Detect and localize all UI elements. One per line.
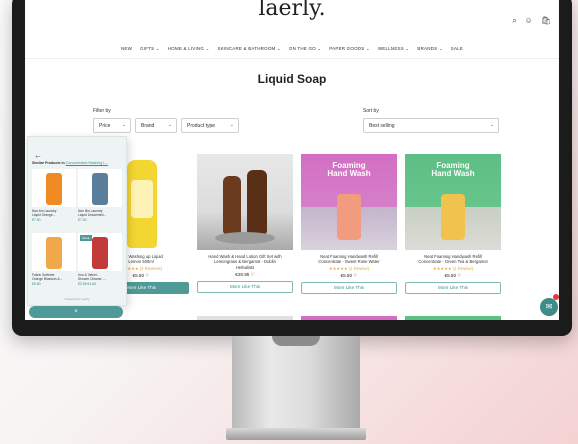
product-bottle: [247, 170, 267, 234]
back-arrow-icon[interactable]: ←: [34, 151, 42, 160]
similar-product-price: €7.50: [32, 218, 41, 223]
similar-product-name[interactable]: Fabric Softener Orange Blossom &...: [32, 273, 76, 281]
filter-brand-dropdown[interactable]: Brand ⌄: [135, 118, 177, 133]
product-image-text: Foaming Hand Wash: [431, 161, 475, 179]
filter-label: Filter by: [93, 108, 111, 114]
monitor-stand-base: [226, 428, 366, 440]
similar-product-price: €3.95 €4.65: [78, 282, 96, 287]
product-card[interactable]: Hand Wash & Hand Lotion Gift Set with Le…: [197, 154, 293, 294]
similar-product-image[interactable]: [32, 233, 76, 271]
similar-product-name[interactable]: Non-bio Laundry Liquid Orange...: [32, 209, 76, 217]
panel-heading: Similar Products in Concentrated Washing…: [32, 161, 124, 165]
next-row-product: [197, 316, 293, 320]
similar-product-item[interactable]: SALE Iron & Velvet - Shower Cleaner -...…: [78, 233, 122, 286]
account-icon[interactable]: ☺: [525, 16, 533, 26]
nav-item-home-living[interactable]: HOME & LIVING ⌄: [168, 46, 210, 52]
stand-cable-hole: [272, 336, 320, 346]
chat-notification-dot: [553, 294, 559, 300]
screen: laerly. ⌕ ☺ 🛍 NEW GIFTS ⌄ HOME & LIVING …: [25, 0, 559, 320]
similar-product-image[interactable]: SALE: [78, 233, 122, 271]
sort-label: Sort by: [363, 108, 379, 114]
product-bottle: [223, 176, 241, 234]
monitor-stand: [232, 336, 360, 432]
nav-item-brands[interactable]: BRANDS ⌄: [417, 46, 442, 52]
product-bottle: [92, 237, 108, 269]
nav-item-new[interactable]: NEW: [121, 46, 132, 52]
similar-product-image[interactable]: [32, 169, 76, 207]
sort-value: Best selling: [369, 123, 395, 129]
product-stand: [215, 232, 275, 244]
nav-item-on-the-go[interactable]: ON THE GO ⌄: [289, 46, 321, 52]
filter-product-type-dropdown[interactable]: Product type ⌄: [181, 118, 239, 133]
similar-product-item[interactable]: Non Bio Laundry Liquid Unscented... €7.5…: [78, 169, 122, 222]
panel-footer: Powered by Laerly: [64, 297, 90, 301]
panel-heading-text: Similar Products in: [32, 161, 65, 165]
product-name[interactable]: Neat Foaming Handwash Refill Concentrate…: [301, 254, 397, 265]
similar-product-price: €5.80: [32, 282, 41, 287]
panel-heading-link[interactable]: Concentrated Washing L...: [66, 161, 108, 165]
product-name[interactable]: Hand Wash & Hand Lotion Gift Set with Le…: [197, 254, 293, 270]
product-price: €28.95 ♡: [235, 272, 255, 278]
product-image[interactable]: [197, 154, 293, 250]
more-like-this-button[interactable]: More Like This: [197, 281, 293, 294]
next-row-product: [301, 316, 397, 320]
next-row-product: [405, 316, 501, 320]
filter-price-label: Price: [99, 123, 111, 129]
chevron-down-icon: ⌄: [489, 122, 494, 128]
product-rating: ★★★★★ (1 Review): [433, 265, 473, 271]
product-image-text: Foaming Hand Wash: [327, 161, 371, 179]
page-title: Liquid Soap: [257, 72, 327, 86]
product-image[interactable]: Foaming Hand Wash: [301, 154, 397, 250]
product-card[interactable]: Foaming Hand Wash Neat Foaming Handwash …: [405, 154, 501, 294]
product-label: [131, 180, 153, 218]
header-icons: ⌕ ☺ 🛍: [512, 16, 551, 26]
cart-icon[interactable]: 🛍: [541, 16, 551, 26]
similar-product-image[interactable]: [78, 169, 122, 207]
more-like-this-button[interactable]: More Like This: [301, 281, 397, 294]
site-logo[interactable]: laerly.: [25, 0, 559, 21]
product-bottle: [92, 173, 108, 205]
product-rating: ★★★★★ (1 Review): [329, 265, 369, 271]
close-panel-button[interactable]: ×: [29, 306, 123, 318]
product-price: €5.50 ♡: [444, 272, 462, 278]
product-image[interactable]: Foaming Hand Wash: [405, 154, 501, 250]
nav-item-paper-goods[interactable]: PAPER GOODS ⌄: [329, 46, 370, 52]
main-nav: NEW GIFTS ⌄ HOME & LIVING ⌄ SKINCARE & B…: [25, 46, 559, 52]
product-bottle: [441, 194, 465, 240]
product-name[interactable]: Neat Foaming Handwash Refill Concentrate…: [405, 254, 501, 265]
similar-products-panel: ← Similar Products in Concentrated Washi…: [27, 136, 127, 306]
product-bottle: [46, 237, 62, 269]
chevron-down-icon: ⌄: [167, 122, 172, 128]
filter-price-dropdown[interactable]: Price ⌄: [93, 118, 131, 133]
similar-product-name[interactable]: Iron & Velvet - Shower Cleaner -...: [78, 273, 122, 281]
similar-product-price: €7.50: [78, 218, 87, 223]
product-price: €5.50 ♡: [340, 272, 358, 278]
sort-dropdown[interactable]: Best selling ⌄: [363, 118, 499, 133]
similar-product-item[interactable]: Non-bio Laundry Liquid Orange... €7.50: [32, 169, 76, 222]
nav-item-skincare-bathroom[interactable]: SKINCARE & BATHROOM ⌄: [218, 46, 281, 52]
product-bottle: [46, 173, 62, 205]
chevron-down-icon: ⌄: [121, 122, 126, 128]
filter-brand-label: Brand: [141, 123, 155, 129]
similar-product-name[interactable]: Non Bio Laundry Liquid Unscented...: [78, 209, 122, 217]
nav-item-sale[interactable]: SALE: [451, 46, 463, 52]
more-like-this-button[interactable]: More Like This: [405, 281, 501, 294]
chat-button[interactable]: ✉: [540, 298, 558, 316]
product-bottle: [337, 194, 361, 240]
similar-product-item[interactable]: Fabric Softener Orange Blossom &... €5.8…: [32, 233, 76, 286]
search-icon[interactable]: ⌕: [512, 16, 516, 26]
nav-item-wellness[interactable]: WELLNESS ⌄: [378, 46, 410, 52]
sale-badge: SALE: [80, 235, 92, 241]
filter-product-type-label: Product type: [187, 123, 216, 129]
nav-item-gifts[interactable]: GIFTS ⌄: [140, 46, 160, 52]
header-divider: [25, 58, 559, 59]
chevron-down-icon: ⌄: [229, 122, 234, 128]
product-card[interactable]: Foaming Hand Wash Neat Foaming Handwash …: [301, 154, 397, 294]
